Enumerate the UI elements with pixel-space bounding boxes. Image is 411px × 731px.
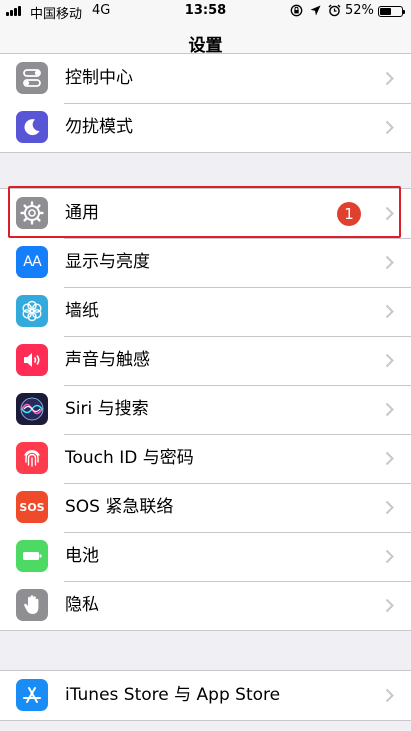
settings-row-label: Touch ID 与密码: [65, 448, 194, 468]
settings-row-label: iTunes Store 与 App Store: [65, 685, 281, 705]
settings-row-label: 隐私: [65, 595, 99, 615]
hand-icon: [16, 589, 48, 621]
icon-glyph: AA: [23, 254, 42, 270]
chevron-right-icon: [385, 500, 394, 515]
notification-badge: 1: [337, 202, 361, 226]
settings-row-do-not-disturb[interactable]: 勿扰模式: [0, 103, 411, 152]
battery-percent: 52%: [345, 3, 374, 18]
siri-icon: [16, 393, 48, 425]
chevron-right-icon: [385, 451, 394, 466]
chevron-right-icon: [385, 255, 394, 270]
settings-row-sounds-haptics[interactable]: 声音与触感: [0, 336, 411, 385]
settings-group-1: 控制中心 勿扰模式: [0, 53, 411, 153]
location-icon: [310, 5, 321, 16]
settings-row-label: 电池: [65, 546, 99, 566]
sos-icon: SOS: [16, 491, 48, 523]
speaker-icon: [16, 344, 48, 376]
battery-status-icon: [378, 6, 405, 17]
chevron-right-icon: [385, 402, 394, 417]
settings-row-general[interactable]: 通用 1: [0, 189, 411, 238]
alarm-icon: [328, 4, 341, 17]
moon-icon: [16, 111, 48, 143]
settings-row-privacy[interactable]: 隐私: [0, 581, 411, 630]
wallpaper-flower-icon: [16, 295, 48, 327]
fingerprint-icon: [16, 442, 48, 474]
gear-icon: [16, 197, 48, 229]
chevron-right-icon: [385, 688, 394, 703]
chevron-right-icon: [385, 549, 394, 564]
settings-row-label: Siri 与搜索: [65, 399, 149, 419]
chevron-right-icon: [385, 304, 394, 319]
settings-row-display-brightness[interactable]: AA 显示与亮度: [0, 238, 411, 287]
orientation-lock-icon: [290, 4, 303, 17]
settings-row-label: 声音与触感: [65, 350, 150, 370]
settings-row-label: SOS 紧急联络: [65, 497, 174, 517]
status-bar: 中国移动 4G 13:58 52%: [0, 0, 411, 22]
settings-row-control-center[interactable]: 控制中心: [0, 54, 411, 103]
settings-row-touch-id-passcode[interactable]: Touch ID 与密码: [0, 434, 411, 483]
chevron-right-icon: [385, 353, 394, 368]
settings-row-label: 通用: [65, 203, 99, 223]
settings-row-wallpaper[interactable]: 墙纸: [0, 287, 411, 336]
settings-row-battery[interactable]: 电池: [0, 532, 411, 581]
settings-group-2: 通用 1 AA 显示与亮度 墙纸 声音与触感 Siri 与搜索 Touch ID…: [0, 188, 411, 631]
chevron-right-icon: [385, 120, 394, 135]
icon-glyph: SOS: [19, 500, 45, 514]
control-center-icon: [16, 62, 48, 94]
display-brightness-icon: AA: [16, 246, 48, 278]
settings-group-3: iTunes Store 与 App Store: [0, 670, 411, 721]
battery-icon: [16, 540, 48, 572]
settings-row-label: 勿扰模式: [65, 117, 133, 137]
chevron-right-icon: [385, 71, 394, 86]
settings-row-label: 控制中心: [65, 68, 133, 88]
settings-row-label: 显示与亮度: [65, 252, 150, 272]
settings-row-label: 墙纸: [65, 301, 99, 321]
settings-row-siri-search[interactable]: Siri 与搜索: [0, 385, 411, 434]
chevron-right-icon: [385, 206, 394, 221]
app-store-icon: [16, 679, 48, 711]
settings-row-itunes-app-store[interactable]: iTunes Store 与 App Store: [0, 671, 411, 720]
chevron-right-icon: [385, 598, 394, 613]
settings-row-emergency-sos[interactable]: SOS SOS 紧急联络: [0, 483, 411, 532]
